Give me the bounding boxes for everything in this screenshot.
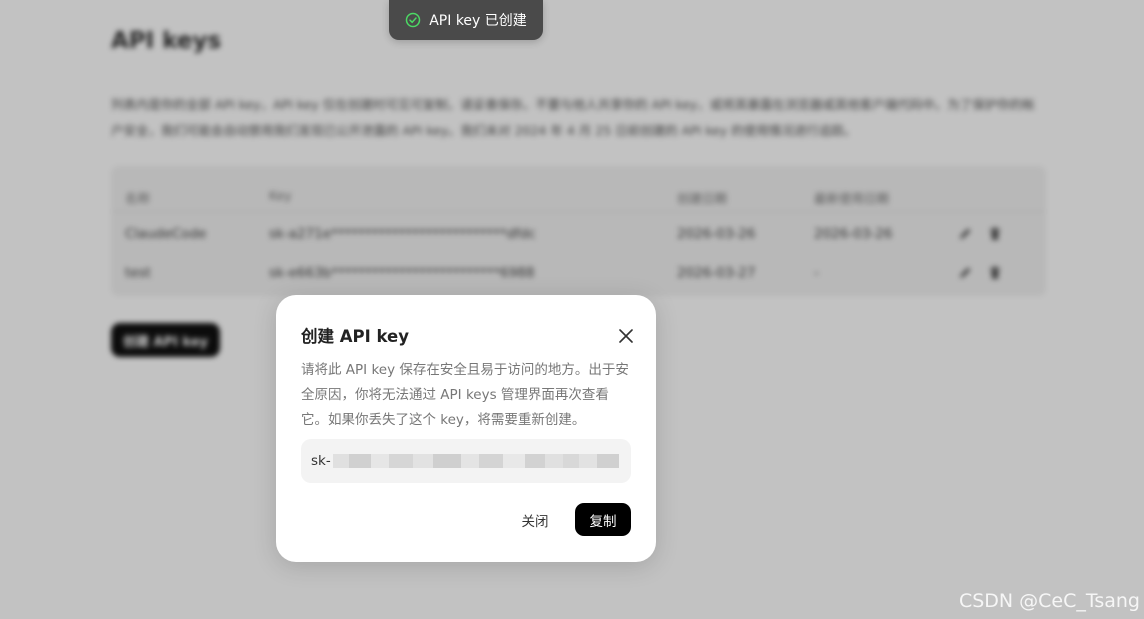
watermark-text: CSDN @CeC_Tsang <box>958 590 1140 612</box>
copy-button[interactable]: 复制 <box>575 503 631 536</box>
api-key-prefix: sk- <box>311 453 331 469</box>
close-icon[interactable] <box>615 325 637 347</box>
close-button[interactable]: 关闭 <box>512 503 558 537</box>
toast-text: API key 已创建 <box>429 13 527 29</box>
check-circle-icon <box>405 12 421 28</box>
create-api-key-dialog: 创建 API key 请将此 API key 保存在安全且易于访问的地方。出于安… <box>276 295 656 562</box>
success-toast: API key 已创建 <box>389 0 543 40</box>
dialog-title: 创建 API key <box>301 327 409 346</box>
dialog-message: 请将此 API key 保存在安全且易于访问的地方。出于安全原因，你将无法通过 … <box>301 362 629 428</box>
api-key-masked-value <box>332 454 619 468</box>
api-key-field[interactable]: sk- <box>301 439 631 483</box>
